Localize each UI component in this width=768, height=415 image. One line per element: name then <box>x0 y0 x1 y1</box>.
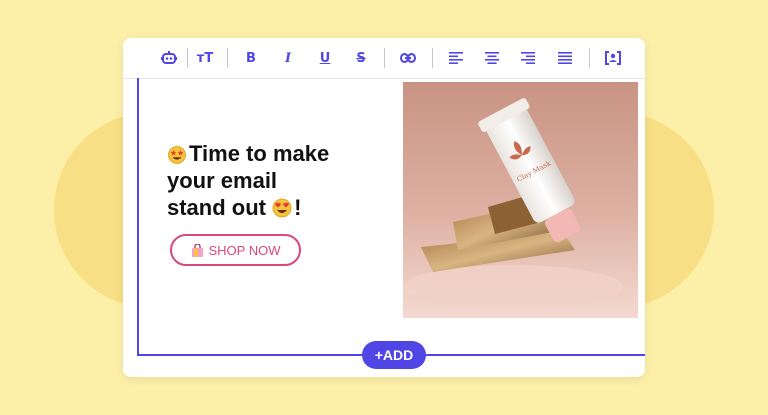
editor-toolbar: тT B I U S <box>123 38 645 79</box>
toolbar-separator <box>589 48 590 68</box>
align-right-icon[interactable] <box>516 47 540 69</box>
shop-now-label: SHOP NOW <box>208 242 281 258</box>
toolbar-separator <box>227 48 228 68</box>
italic-icon[interactable]: I <box>276 47 300 69</box>
email-editor-card: тT B I U S Time to make your email stand… <box>123 38 645 377</box>
align-justify-icon[interactable] <box>553 47 577 69</box>
headline-line-3-end: ! <box>294 195 302 220</box>
bold-icon[interactable]: B <box>239 47 263 69</box>
star-struck-emoji-icon <box>168 144 186 164</box>
link-icon[interactable] <box>396 47 420 69</box>
block-guide-left <box>137 78 139 356</box>
toolbar-separator <box>384 48 385 68</box>
toolbar-separator <box>187 48 188 68</box>
align-left-icon[interactable] <box>444 47 468 69</box>
align-center-icon[interactable] <box>480 47 504 69</box>
toolbar-separator <box>432 48 433 68</box>
headline-text[interactable]: Time to make your email stand out ! <box>167 140 387 221</box>
shopping-bag-icon <box>191 243 203 257</box>
product-photo: Clay Mask <box>403 82 638 318</box>
underline-icon[interactable]: U <box>313 47 337 69</box>
headline-line-2: your email <box>167 168 278 193</box>
robot-icon[interactable] <box>157 47 181 69</box>
strikethrough-icon[interactable]: S <box>349 47 373 69</box>
shop-now-button[interactable]: SHOP NOW <box>170 234 301 266</box>
heart-eyes-emoji-icon <box>272 198 292 218</box>
headline-line-1: Time to make <box>189 141 330 166</box>
add-block-button[interactable]: +ADD <box>362 341 426 369</box>
text-size-icon[interactable]: тT <box>193 47 217 69</box>
personalize-icon[interactable] <box>601 47 625 69</box>
headline-line-3: stand out <box>167 195 273 220</box>
